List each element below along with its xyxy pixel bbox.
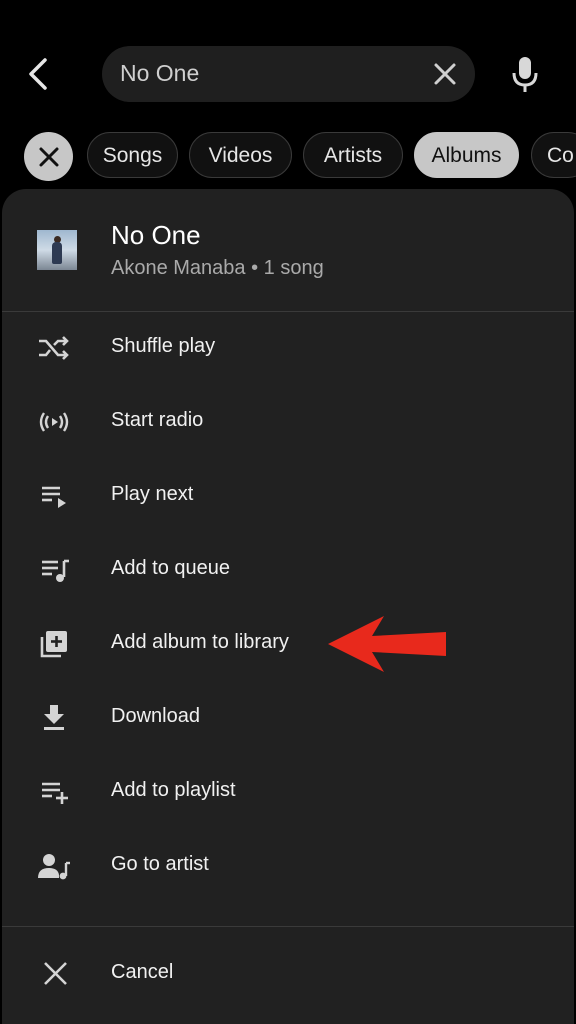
- menu-item-download[interactable]: Download: [2, 681, 574, 755]
- filter-chips: Songs Videos Artists Albums Co: [24, 131, 576, 181]
- cancel-label: Cancel: [111, 961, 174, 983]
- library-add-icon: [40, 631, 67, 658]
- album-title: No One: [111, 220, 201, 250]
- queue-icon: [42, 559, 69, 582]
- menu-item-add-to-playlist[interactable]: Add to playlist: [2, 755, 574, 829]
- menu-item-play-next[interactable]: Play next: [2, 459, 574, 533]
- playlist-add-icon: [42, 782, 68, 804]
- menu-item-label: Add album to library: [111, 631, 289, 653]
- chip-albums[interactable]: Albums: [414, 132, 519, 178]
- chip-artists[interactable]: Artists: [303, 132, 403, 178]
- back-button[interactable]: [18, 52, 58, 96]
- shuffle-icon: [39, 336, 69, 360]
- clear-filter-button[interactable]: [24, 132, 73, 181]
- cancel-button[interactable]: Cancel: [2, 937, 574, 1011]
- menu-item-label: Play next: [111, 483, 194, 505]
- menu-item-label: Add to playlist: [111, 779, 236, 801]
- clear-search-icon[interactable]: [431, 60, 459, 88]
- album-thumbnail: [37, 230, 77, 270]
- menu-item-shuffle-play[interactable]: Shuffle play: [2, 311, 574, 385]
- album-options-sheet: No One Akone Manaba • 1 song Shuffle pla…: [2, 189, 574, 1024]
- search-query: No One: [120, 60, 200, 86]
- artist-icon: [38, 854, 70, 880]
- app-screen: No One Songs Videos Artists Albums Co No…: [0, 0, 576, 1024]
- menu-item-label: Start radio: [111, 409, 204, 431]
- close-icon: [39, 147, 58, 166]
- menu-item-go-to-artist[interactable]: Go to artist: [2, 829, 574, 903]
- divider: [2, 926, 574, 927]
- menu-item-add-to-queue[interactable]: Add to queue: [2, 533, 574, 607]
- sheet-header: No One Akone Manaba • 1 song: [2, 189, 574, 311]
- search-input[interactable]: No One: [102, 46, 475, 102]
- close-icon: [44, 962, 67, 985]
- menu-item-label: Add to queue: [111, 557, 230, 579]
- menu-item-start-radio[interactable]: Start radio: [2, 385, 574, 459]
- play-next-icon: [42, 486, 66, 508]
- chip-songs[interactable]: Songs: [87, 132, 178, 178]
- chevron-left-icon: [29, 58, 47, 90]
- chip-videos[interactable]: Videos: [189, 132, 292, 178]
- menu-item-label: Download: [111, 705, 200, 727]
- menu-item-label: Shuffle play: [111, 335, 216, 357]
- download-icon: [44, 705, 64, 730]
- mic-icon[interactable]: [510, 54, 540, 94]
- chip-more[interactable]: Co: [531, 132, 576, 178]
- search-bar-area: No One: [0, 0, 576, 130]
- album-subtitle: Akone Manaba • 1 song: [111, 257, 324, 279]
- radio-icon: [39, 412, 69, 432]
- menu-item-add-album-to-library[interactable]: Add album to library: [2, 607, 574, 681]
- menu-item-label: Go to artist: [111, 853, 209, 875]
- annotation-arrow-icon: [328, 616, 446, 672]
